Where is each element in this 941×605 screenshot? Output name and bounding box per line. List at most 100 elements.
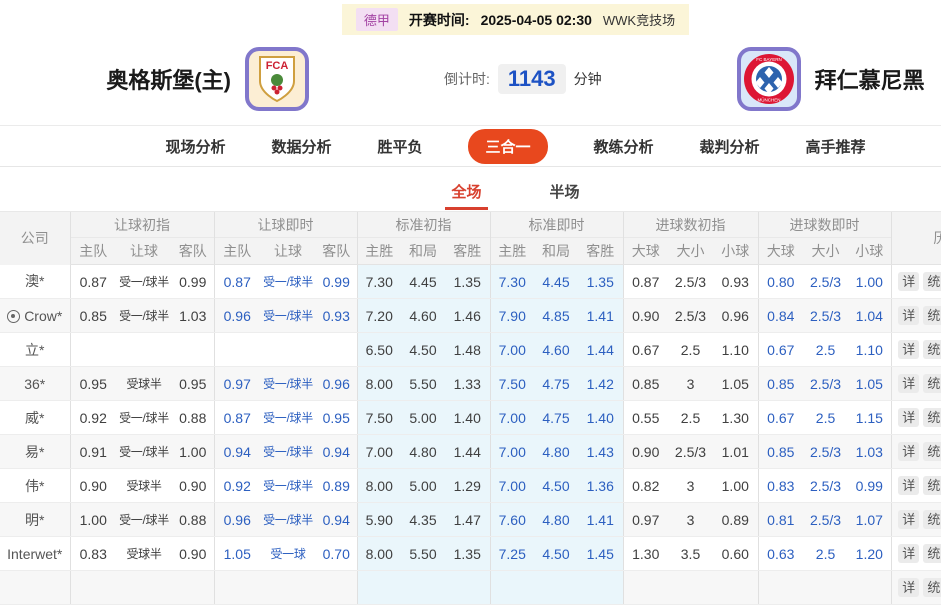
bookmaker-cell[interactable]: Interwet*	[0, 537, 70, 571]
total-cell: 2.5/3	[668, 435, 713, 469]
odds-cell	[214, 333, 260, 367]
odds-cell	[578, 571, 623, 605]
total-cell: 2.5/3	[803, 469, 848, 503]
odds-cell	[534, 571, 578, 605]
svg-text:MÜNCHEN: MÜNCHEN	[757, 97, 780, 103]
stats-button[interactable]: 统	[923, 408, 941, 428]
detail-button[interactable]: 详	[898, 374, 919, 394]
bookmaker-cell[interactable]: 澳*	[0, 265, 70, 299]
bookmaker-cell[interactable]: 立*	[0, 333, 70, 367]
odds-cell: 4.60	[401, 299, 445, 333]
detail-button[interactable]: 详	[898, 510, 919, 530]
group-history: 历史同赔	[891, 212, 941, 265]
bookmaker-cell[interactable]: 易*	[0, 435, 70, 469]
detail-button[interactable]: 详	[898, 306, 919, 326]
tab-half-time[interactable]: 半场	[544, 181, 586, 210]
odds-cell	[70, 571, 116, 605]
odds-cell: 1.47	[445, 503, 490, 537]
tab-live-analysis[interactable]: 现场分析	[165, 136, 225, 157]
handicap-cell: 受一/球半	[116, 401, 172, 435]
odds-cell: 1.10	[848, 333, 891, 367]
stats-button[interactable]: 统	[923, 442, 941, 462]
actions-cell: 详统	[891, 299, 941, 333]
odds-cell: 4.45	[534, 265, 578, 299]
stats-button[interactable]: 统	[923, 544, 941, 564]
subcol-home-win: 主胜	[357, 238, 401, 265]
odds-cell: 0.93	[713, 265, 758, 299]
handicap-cell: 受一/球半	[260, 503, 316, 537]
odds-cell: 5.50	[401, 367, 445, 401]
stats-button[interactable]: 统	[923, 374, 941, 394]
odds-cell: 8.00	[357, 537, 401, 571]
detail-button[interactable]: 详	[898, 272, 919, 292]
odds-cell: 1.46	[445, 299, 490, 333]
odds-cell	[172, 333, 214, 367]
detail-button[interactable]: 详	[898, 442, 919, 462]
detail-button[interactable]: 详	[898, 578, 919, 598]
stats-button[interactable]: 统	[923, 340, 941, 360]
stats-button[interactable]: 统	[923, 476, 941, 496]
home-crest-icon: FCA	[254, 54, 300, 104]
stats-button[interactable]: 统	[923, 306, 941, 326]
tab-three-in-one[interactable]: 三合一	[468, 129, 547, 164]
tab-data-analysis[interactable]: 数据分析	[271, 136, 331, 157]
odds-cell: 1.03	[848, 435, 891, 469]
odds-cell: 1.10	[713, 333, 758, 367]
odds-table-body: 澳* 0.87 受一/球半 0.99 0.87 受一/球半 0.99 7.30 …	[0, 265, 941, 605]
stats-button[interactable]: 统	[923, 578, 941, 598]
subcol-away-win: 客胜	[445, 238, 490, 265]
handicap-cell: 受一/球半	[260, 367, 316, 401]
tab-full-time[interactable]: 全场	[445, 181, 487, 210]
handicap-cell: 受一/球半	[260, 299, 316, 333]
total-cell: 3.5	[668, 537, 713, 571]
info-row: 德甲 开赛时间: 2025-04-05 02:30 WWK竞技场	[0, 0, 941, 33]
odds-cell: 0.94	[214, 435, 260, 469]
countdown-label: 倒计时:	[444, 69, 490, 89]
handicap-cell: 受一/球半	[116, 265, 172, 299]
bookmaker-cell[interactable]: 36*	[0, 367, 70, 401]
odds-cell: 1.35	[445, 265, 490, 299]
subcol-home: 主队	[70, 238, 116, 265]
tab-coach-analysis[interactable]: 教练分析	[594, 136, 654, 157]
odds-cell: 0.60	[713, 537, 758, 571]
stats-button[interactable]: 统	[923, 510, 941, 530]
odds-cell: 8.00	[357, 367, 401, 401]
total-cell	[668, 571, 713, 605]
home-team-logo: FCA	[245, 47, 309, 111]
bookmaker-cell[interactable]: 伟*	[0, 469, 70, 503]
detail-button[interactable]: 详	[898, 544, 919, 564]
total-cell: 2.5/3	[668, 299, 713, 333]
odds-cell: 0.95	[316, 401, 357, 435]
countdown: 倒计时: 1143 分钟	[444, 64, 602, 94]
venue: WWK竞技场	[603, 10, 675, 29]
tab-referee-analysis[interactable]: 裁判分析	[700, 136, 760, 157]
odds-cell: 0.83	[70, 537, 116, 571]
detail-button[interactable]: 详	[898, 476, 919, 496]
actions-cell: 详统	[891, 435, 941, 469]
odds-cell: 7.00	[490, 435, 534, 469]
table-row: 明* 1.00 受一/球半 0.88 0.96 受一/球半 0.94 5.90 …	[0, 503, 941, 537]
odds-cell: 1.04	[848, 299, 891, 333]
bookmaker-label: 易*	[25, 444, 44, 460]
bookmaker-cell[interactable]: Crow*	[0, 299, 70, 333]
detail-button[interactable]: 详	[898, 408, 919, 428]
odds-cell: 1.35	[445, 537, 490, 571]
odds-cell: 0.99	[316, 265, 357, 299]
actions-cell: 详统	[891, 571, 941, 605]
odds-cell: 0.92	[70, 401, 116, 435]
bookmaker-cell[interactable]: 威*	[0, 401, 70, 435]
bookmaker-label: Crow*	[24, 308, 62, 324]
tab-expert-picks[interactable]: 高手推荐	[806, 136, 866, 157]
info-bar: 德甲 开赛时间: 2025-04-05 02:30 WWK竞技场	[342, 4, 689, 35]
main-nav: 现场分析 数据分析 胜平负 三合一 教练分析 裁判分析 高手推荐	[0, 125, 941, 167]
stats-button[interactable]: 统	[923, 272, 941, 292]
odds-cell: 0.94	[316, 503, 357, 537]
bookmaker-cell[interactable]: 明*	[0, 503, 70, 537]
odds-cell: 4.80	[401, 435, 445, 469]
handicap-cell: 受一球	[260, 537, 316, 571]
detail-button[interactable]: 详	[898, 340, 919, 360]
odds-cell: 1.05	[848, 367, 891, 401]
total-cell: 2.5/3	[668, 265, 713, 299]
bookmaker-cell[interactable]	[0, 571, 70, 605]
tab-win-draw-lose[interactable]: 胜平负	[377, 136, 422, 157]
